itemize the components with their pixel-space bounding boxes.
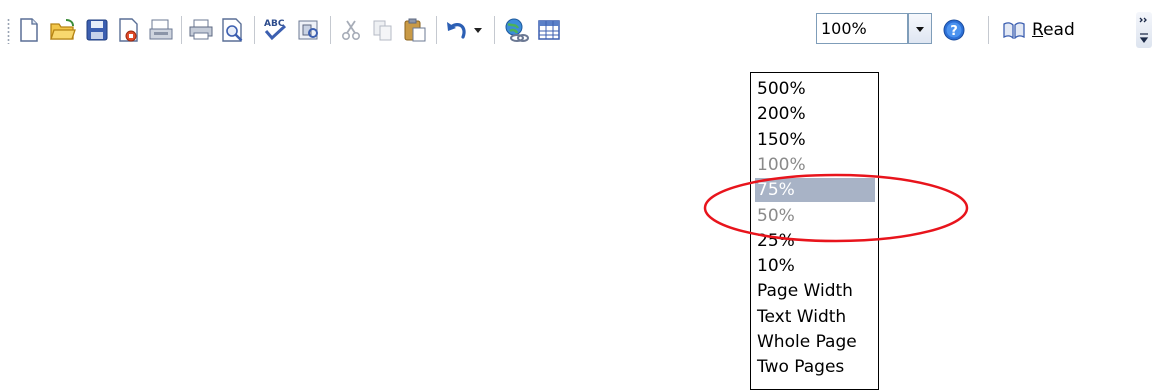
toolbar-options-button[interactable] — [1136, 12, 1152, 48]
paste-clipboard-icon — [404, 18, 426, 42]
toolbar-separator — [988, 16, 990, 44]
zoom-option[interactable]: 150% — [755, 128, 875, 152]
zoom-option[interactable]: 10% — [755, 254, 875, 278]
chevron-down-icon — [474, 28, 482, 33]
cut-button[interactable] — [336, 14, 366, 46]
zoom-input[interactable]: 100% — [816, 13, 908, 44]
toolbar-separator — [494, 16, 496, 44]
zoom-option[interactable]: 200% — [755, 102, 875, 126]
email-button[interactable] — [146, 14, 176, 46]
zoom-dropdown-button[interactable] — [908, 13, 932, 44]
read-button[interactable]: Read — [1002, 14, 1075, 46]
undo-button[interactable] — [442, 14, 472, 46]
copy-icon — [373, 20, 392, 41]
toolbar-separator — [330, 16, 332, 44]
zoom-option[interactable]: 75% — [755, 178, 875, 203]
zoom-option[interactable]: Text Width — [755, 305, 875, 329]
zoom-option[interactable]: 25% — [755, 229, 875, 253]
toolbar-grip[interactable] — [7, 18, 10, 44]
screenshot-stage: ABC 100% ? Read 500% 200% 150% 100% 75% … — [0, 0, 1162, 392]
scissors-icon — [341, 20, 361, 41]
svg-text:?: ? — [950, 24, 958, 39]
zoom-option[interactable]: 500% — [755, 77, 875, 101]
zoom-dropdown-list: 500% 200% 150% 100% 75% 50% 25% 10% Page Width Te… — [750, 72, 879, 390]
print-button[interactable] — [186, 14, 216, 46]
toolbar-separator — [436, 16, 438, 44]
spelling-button[interactable]: ABC — [260, 14, 290, 46]
print-preview-icon — [222, 18, 243, 42]
zoom-combo[interactable]: 100% — [816, 13, 932, 46]
open-book-icon — [1003, 22, 1025, 39]
print-preview-button[interactable] — [218, 14, 248, 46]
toolbar-options-icon — [1139, 17, 1149, 43]
copy-button[interactable] — [368, 14, 398, 46]
toolbar-separator — [181, 16, 183, 44]
zoom-option[interactable]: 50% — [755, 204, 875, 228]
paste-button[interactable] — [400, 14, 430, 46]
table-grid-icon — [538, 20, 560, 40]
insert-hyperlink-button[interactable] — [501, 14, 531, 46]
undo-dropdown-button[interactable] — [469, 14, 487, 46]
save-button[interactable] — [82, 14, 112, 46]
help-icon: ? — [943, 19, 965, 41]
new-document-icon — [20, 18, 38, 42]
research-icon — [298, 20, 318, 40]
open-button[interactable] — [48, 14, 78, 46]
open-folder-icon — [50, 19, 76, 40]
research-button[interactable] — [294, 14, 324, 46]
read-label: Read — [1032, 20, 1075, 40]
chevron-down-icon — [916, 26, 924, 32]
zoom-option[interactable]: 100% — [755, 153, 875, 177]
hyperlink-globe-icon — [505, 18, 529, 42]
zoom-option[interactable]: Page Width — [755, 279, 875, 303]
printer-icon — [189, 19, 213, 40]
zoom-option[interactable]: Whole Page — [755, 330, 875, 354]
permission-button[interactable] — [114, 14, 144, 46]
undo-arrow-icon — [447, 22, 466, 39]
email-icon — [149, 19, 173, 40]
insert-table-button[interactable] — [534, 14, 564, 46]
help-button[interactable]: ? — [939, 14, 969, 46]
permission-icon — [119, 18, 138, 42]
new-document-button[interactable] — [14, 14, 44, 46]
standard-toolbar: ABC 100% ? Read — [0, 0, 1162, 62]
save-disk-icon — [86, 19, 108, 41]
zoom-option[interactable]: Two Pages — [755, 355, 875, 379]
toolbar-separator — [254, 16, 256, 44]
spelling-grammar-icon: ABC — [264, 19, 287, 41]
